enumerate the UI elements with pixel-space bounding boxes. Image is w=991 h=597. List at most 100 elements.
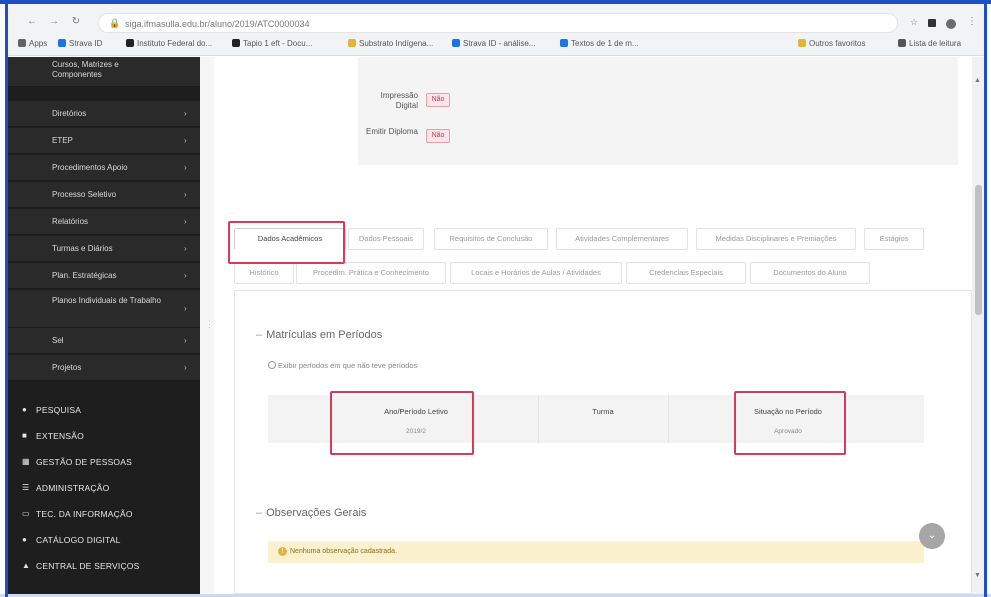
back-arrow-icon[interactable]: ←	[26, 16, 38, 28]
forward-arrow-icon[interactable]: →	[48, 16, 60, 28]
scrollbar-thumb[interactable]	[975, 185, 982, 315]
sidebar-item-etep[interactable]: ETEP ›	[8, 128, 200, 154]
service-icon: ▲	[22, 561, 30, 570]
sidebar-item-label: Sel	[52, 336, 64, 345]
bookmark-label: Strava ID - análise...	[463, 39, 536, 48]
checkbox[interactable]	[268, 361, 276, 369]
bookmarks-bar: Apps Strava ID Instituto Federal do... T…	[8, 36, 984, 54]
sidebar-item-extensao[interactable]: ■ EXTENSÃO	[8, 423, 200, 449]
sidebar-item-gestao-pessoas[interactable]: ▦ GESTÃO DE PESSOAS	[8, 449, 200, 475]
status-badge: Não	[426, 93, 450, 107]
tab-dados-pessoais[interactable]: Dados Pessoais	[348, 228, 424, 250]
extension-icon[interactable]	[928, 19, 936, 27]
tab-medidas-disciplinares[interactable]: Medidas Disciplinares e Premiações	[696, 228, 856, 250]
bookmark-favicon-icon	[232, 39, 240, 47]
tab-credenciais-especiais[interactable]: Credenciais Especiais	[626, 262, 746, 284]
scroll-up-icon[interactable]: ▲	[974, 77, 981, 84]
section-title-text: Observações Gerais	[266, 507, 367, 519]
sidebar-item-label: Relatórios	[52, 217, 89, 226]
bookmark-item[interactable]: Substrato Indígena...	[348, 39, 433, 48]
address-bar-url: siga.ifmasulla.edu.br/aluno/2019/ATC0000…	[125, 19, 310, 29]
chevron-up-icon: ⌄	[927, 530, 937, 541]
bookmark-label: Lista de leitura	[909, 39, 962, 48]
reload-icon[interactable]: ↻	[70, 16, 82, 28]
show-periods-toggle[interactable]: Exibir períodos em que não teve períodos	[268, 361, 417, 370]
folder-icon	[798, 39, 806, 47]
bookmark-item[interactable]: Instituto Federal do...	[126, 39, 212, 48]
sidebar-item-planos-individuais[interactable]: Planos Individuais de Trabalho ›	[8, 290, 200, 328]
chevron-right-icon: ›	[184, 336, 187, 345]
bookmark-item[interactable]: Strava ID	[58, 39, 102, 48]
sidebar-item-sel[interactable]: Sel ›	[8, 328, 200, 354]
bookmark-favicon-icon	[58, 39, 66, 47]
chevron-right-icon: ›	[184, 109, 187, 118]
sidebar-item-label: Turmas e Diários	[52, 244, 113, 253]
tab-procedim-pratica[interactable]: Procedim. Prática e Conhecimento	[296, 262, 446, 284]
chevron-right-icon: ›	[184, 304, 187, 313]
tab-requisitos-conclusao[interactable]: Requisitos de Conclusão	[434, 228, 548, 250]
page-scrollbar[interactable]: ▲ ▼	[972, 57, 984, 594]
sidebar-resize-handle[interactable]: ⋮	[200, 57, 214, 594]
drag-handle-icon: ⋮	[205, 319, 214, 329]
sidebar-item-central-servicos[interactable]: ▲ CENTRAL DE SERVIÇOS	[8, 553, 200, 579]
chevron-right-icon: ›	[184, 190, 187, 199]
star-icon[interactable]: ☆	[908, 16, 920, 28]
status-badge: Não	[426, 129, 450, 143]
browser-menu-icon[interactable]: ⋮	[966, 16, 978, 28]
sidebar-item-label: ADMINISTRAÇÃO	[36, 483, 110, 493]
sidebar-item-label: Projetos	[52, 363, 82, 372]
sidebar-item-label: Procedimentos Apoio	[52, 163, 128, 172]
info-label: Emitir Diploma	[365, 127, 418, 136]
bookmark-label: Instituto Federal do...	[137, 39, 213, 48]
sidebar-item-turmas-diarios[interactable]: Turmas e Diários ›	[8, 236, 200, 262]
sidebar-item-projetos[interactable]: Projetos ›	[8, 355, 200, 381]
sidebar-item-tec-informacao[interactable]: ▭ TEC. DA INFORMAÇÃO	[8, 501, 200, 527]
bookmark-label: Substrato Indígena...	[359, 39, 434, 48]
bookmark-label: Apps	[29, 39, 48, 48]
chevron-right-icon: ›	[184, 244, 187, 253]
table-header-turma: Turma	[592, 407, 614, 416]
sidebar-item-administracao[interactable]: ☰ ADMINISTRAÇÃO	[8, 475, 200, 501]
sidebar-item-plan-estrategicas[interactable]: Plan. Estratégicas ›	[8, 263, 200, 289]
bookmark-item[interactable]: Strava ID - análise...	[452, 39, 535, 48]
bookmark-reading-list[interactable]: Lista de leitura	[898, 39, 961, 48]
sidebar-item-diretorios[interactable]: Diretórios ›	[8, 101, 200, 127]
sidebar-item-processo-seletivo[interactable]: Processo Seletivo ›	[8, 182, 200, 208]
tab-locais-horarios[interactable]: Locais e Horários de Aulas / Atividades	[450, 262, 622, 284]
sidebar-item-catalogo-digital[interactable]: ● CATÁLOGO DIGITAL	[8, 527, 200, 553]
bookmark-item[interactable]: Textos de 1 de m...	[560, 39, 639, 48]
sidebar-item-procedimentos[interactable]: Procedimentos Apoio ›	[8, 155, 200, 181]
sidebar-item-relatorios[interactable]: Relatórios ›	[8, 209, 200, 235]
sidebar-item-label: CATÁLOGO DIGITAL	[36, 535, 121, 545]
info-label: Impressão Digital	[380, 91, 418, 110]
bookmark-other[interactable]: Outros favoritos	[798, 39, 865, 48]
profile-avatar-icon[interactable]	[946, 19, 956, 29]
highlight-tab-dados-academicos	[228, 221, 345, 264]
section-title-observacoes: – Observações Gerais	[256, 507, 366, 519]
tab-atividades-complementares[interactable]: Atividades Complementares	[556, 228, 688, 250]
bookmark-item[interactable]: Apps	[18, 39, 47, 48]
tab-documentos-aluno[interactable]: Documentos do Aluno	[750, 262, 870, 284]
sidebar-item-pesquisa[interactable]: ● PESQUISA	[8, 397, 200, 423]
bookmark-label: Tapio 1 eft - Docu...	[243, 39, 313, 48]
address-bar[interactable]: 🔒 siga.ifmasulla.edu.br/aluno/2019/ATC00…	[98, 13, 898, 33]
bookmark-item[interactable]: Tapio 1 eft - Docu...	[232, 39, 312, 48]
collapse-icon[interactable]: –	[256, 507, 262, 519]
bookmark-favicon-icon	[560, 39, 568, 47]
scroll-top-button[interactable]: ⌄	[919, 523, 945, 549]
sidebar-item-cursos[interactable]: Cursos, Matrizes e Componentes	[8, 57, 200, 87]
chevron-right-icon: ›	[184, 363, 187, 372]
sidebar-item-label: GESTÃO DE PESSOAS	[36, 457, 132, 467]
extension-icon: ■	[22, 431, 27, 440]
tab-estagios[interactable]: Estágios	[864, 228, 924, 250]
main-content: Impressão Digital Não Emitir Diploma Não…	[214, 57, 972, 594]
collapse-icon[interactable]: –	[256, 329, 262, 341]
tab-historico[interactable]: Histórico	[234, 262, 294, 284]
column-divider	[668, 395, 669, 443]
sidebar-item-label: Plan. Estratégicas	[52, 271, 117, 280]
sidebar-item-label: Diretórios	[52, 109, 87, 118]
highlight-ano-periodo	[330, 391, 474, 455]
sidebar: Cursos, Matrizes e Componentes Diretório…	[8, 57, 200, 594]
reading-list-icon	[898, 39, 906, 47]
scroll-down-icon[interactable]: ▼	[974, 572, 981, 579]
